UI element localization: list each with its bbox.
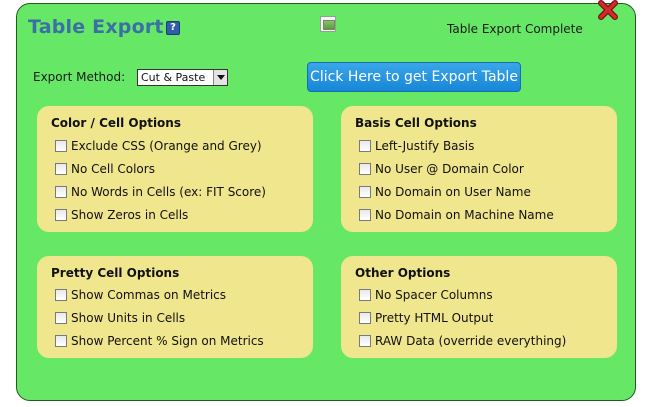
option-pretty-html-output[interactable]: Pretty HTML Output (359, 310, 493, 326)
option-no-domain-user-name[interactable]: No Domain on User Name (359, 184, 531, 200)
option-no-words-in-cells[interactable]: No Words in Cells (ex: FIT Score) (55, 184, 266, 200)
get-export-table-button[interactable]: Click Here to get Export Table (307, 62, 521, 92)
option-show-percent-sign[interactable]: Show Percent % Sign on Metrics (55, 333, 264, 349)
checkbox[interactable] (55, 140, 67, 152)
panel-pretty-cell-options: Pretty Cell Options Show Commas on Metri… (37, 256, 313, 358)
checkbox[interactable] (359, 163, 371, 175)
option-label: RAW Data (override everything) (375, 334, 567, 348)
option-left-justify-basis[interactable]: Left-Justify Basis (359, 138, 474, 154)
checkbox[interactable] (55, 289, 67, 301)
option-no-spacer-columns[interactable]: No Spacer Columns (359, 287, 493, 303)
option-label: Exclude CSS (Orange and Grey) (71, 139, 262, 153)
panel-title: Basis Cell Options (355, 116, 477, 130)
option-exclude-css[interactable]: Exclude CSS (Orange and Grey) (55, 138, 262, 154)
option-no-domain-machine-name[interactable]: No Domain on Machine Name (359, 207, 554, 223)
dialog-title: Table Export (28, 16, 164, 38)
checkbox[interactable] (359, 335, 371, 347)
chevron-down-icon[interactable] (213, 70, 227, 85)
panel-title: Color / Cell Options (51, 116, 181, 130)
checkbox[interactable] (359, 186, 371, 198)
option-label: No Words in Cells (ex: FIT Score) (71, 185, 266, 199)
panel-title: Other Options (355, 266, 451, 280)
option-label: Left-Justify Basis (375, 139, 475, 153)
checkbox[interactable] (55, 209, 67, 221)
panel-other-options: Other Options No Spacer Columns Pretty H… (341, 256, 617, 358)
panel-title: Pretty Cell Options (51, 266, 180, 280)
table-export-dialog: Table Export ? Table Export Complete Exp… (16, 0, 636, 401)
checkbox[interactable] (55, 335, 67, 347)
image-placeholder-icon (323, 20, 335, 30)
option-label: Pretty HTML Output (375, 311, 494, 325)
panel-basis-cell-options: Basis Cell Options Left-Justify Basis No… (341, 106, 617, 232)
checkbox[interactable] (55, 163, 67, 175)
option-label: No User @ Domain Color (375, 162, 524, 176)
option-label: Show Percent % Sign on Metrics (71, 334, 264, 348)
option-raw-data[interactable]: RAW Data (override everything) (359, 333, 566, 349)
export-method-label: Export Method: (33, 70, 126, 84)
option-label: Show Commas on Metrics (71, 288, 227, 302)
option-show-commas[interactable]: Show Commas on Metrics (55, 287, 226, 303)
option-no-user-domain-color[interactable]: No User @ Domain Color (359, 161, 524, 177)
checkbox[interactable] (359, 140, 371, 152)
checkbox[interactable] (55, 312, 67, 324)
help-icon[interactable]: ? (166, 21, 180, 35)
option-label: No Domain on Machine Name (375, 208, 554, 222)
status-text: Table Export Complete (447, 22, 583, 36)
broken-image-icon (320, 16, 336, 32)
close-x-icon (598, 0, 618, 20)
checkbox[interactable] (359, 312, 371, 324)
option-label: No Domain on User Name (375, 185, 531, 199)
option-show-units[interactable]: Show Units in Cells (55, 310, 185, 326)
checkbox[interactable] (55, 186, 67, 198)
option-label: Show Units in Cells (71, 311, 186, 325)
panel-color-cell-options: Color / Cell Options Exclude CSS (Orange… (37, 106, 313, 232)
export-method-value: Cut & Paste (141, 71, 206, 84)
option-no-cell-colors[interactable]: No Cell Colors (55, 161, 155, 177)
export-method-select[interactable]: Cut & Paste (137, 69, 228, 86)
option-label: No Spacer Columns (375, 288, 493, 302)
checkbox[interactable] (359, 289, 371, 301)
checkbox[interactable] (359, 209, 371, 221)
close-button[interactable] (597, 0, 619, 21)
option-label: Show Zeros in Cells (71, 208, 189, 222)
option-label: No Cell Colors (71, 162, 155, 176)
option-show-zeros[interactable]: Show Zeros in Cells (55, 207, 188, 223)
